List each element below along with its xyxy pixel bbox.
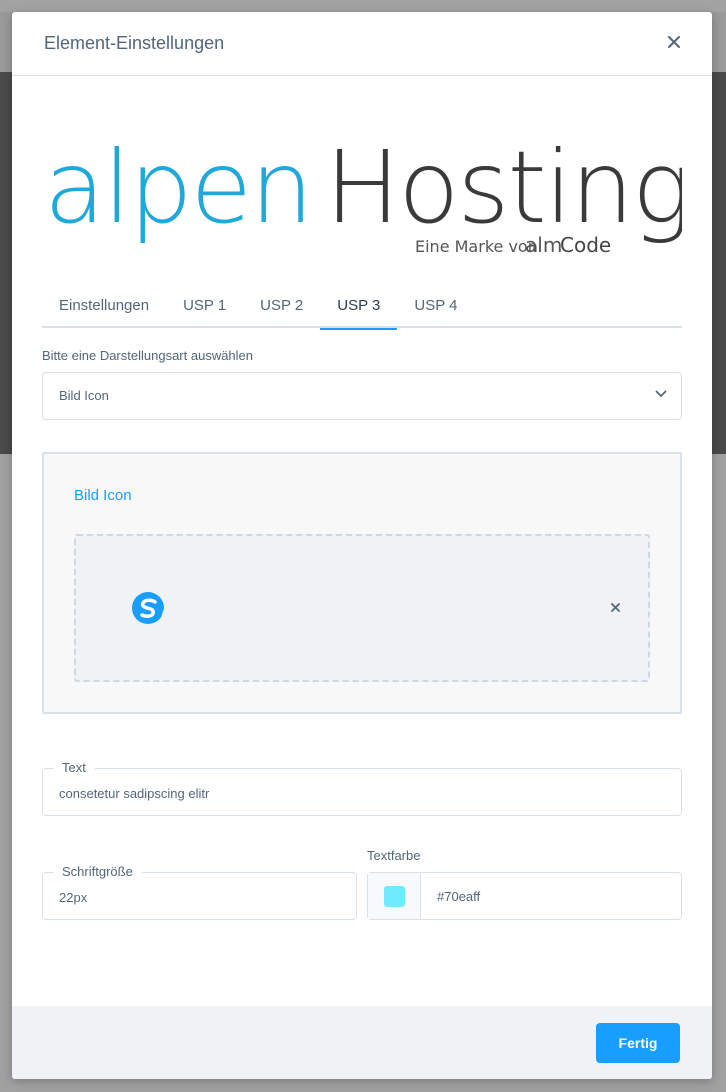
text-color-field[interactable]: #70eaff	[367, 872, 682, 920]
modal-header: Element-Einstellungen	[12, 12, 712, 76]
text-color-label: Textfarbe	[367, 848, 421, 863]
logo-part-hosting: Hosting	[325, 129, 682, 246]
image-icon-panel: Bild Icon	[42, 452, 682, 714]
text-field-label: Text	[53, 760, 95, 776]
tab-einstellungen[interactable]: Einstellungen	[42, 290, 166, 328]
modal-title: Element-Einstellungen	[44, 33, 225, 53]
font-size-field-label: Schriftgröße	[53, 864, 142, 880]
done-button[interactable]: Fertig	[596, 1023, 680, 1063]
backdrop-top	[0, 0, 726, 12]
text-field[interactable]: Text consetetur sadipscing elitr	[42, 760, 682, 816]
chevron-down-icon	[655, 390, 667, 397]
close-button[interactable]	[662, 30, 686, 54]
display-type-label: Bitte eine Darstellungsart auswählen	[42, 348, 254, 363]
text-color-value: #70eaff	[437, 889, 481, 904]
display-type-value: Bild Icon	[59, 388, 109, 403]
logo-part-alpen: alpen	[44, 129, 311, 246]
remove-image-icon[interactable]	[611, 603, 620, 612]
usp-tabs: Einstellungen USP 1 USP 2 USP 3 USP 4	[42, 290, 682, 330]
font-size-field-value: 22px	[59, 890, 88, 905]
color-swatch	[384, 886, 405, 907]
tab-usp-1[interactable]: USP 1	[166, 290, 243, 328]
image-icon-panel-title: Bild Icon	[74, 487, 132, 504]
logo-tagline-brand-a: alm	[525, 233, 562, 257]
tab-usp-3[interactable]: USP 3	[320, 290, 398, 330]
logo-tagline-brand-b: Code	[560, 233, 611, 257]
text-field-value: consetetur sadipscing elitr	[59, 786, 210, 801]
display-type-select[interactable]: Bild Icon	[42, 372, 682, 420]
tab-usp-4[interactable]: USP 4	[397, 290, 474, 328]
color-picker-trigger[interactable]	[368, 873, 421, 919]
shopware-logo-icon	[132, 592, 164, 624]
logo-tagline-prefix: Eine Marke von	[415, 237, 538, 256]
tab-usp-2[interactable]: USP 2	[243, 290, 320, 328]
alpenhosting-logo: alpen Hosting Eine Marke von alm Code	[44, 129, 682, 257]
image-dropzone[interactable]	[74, 534, 650, 682]
close-icon	[668, 36, 680, 48]
element-settings-modal: Element-Einstellungen alpen Hosting Eine…	[12, 12, 712, 1079]
font-size-field[interactable]: Schriftgröße 22px	[42, 864, 357, 920]
modal-footer: Fertig	[12, 1006, 712, 1079]
